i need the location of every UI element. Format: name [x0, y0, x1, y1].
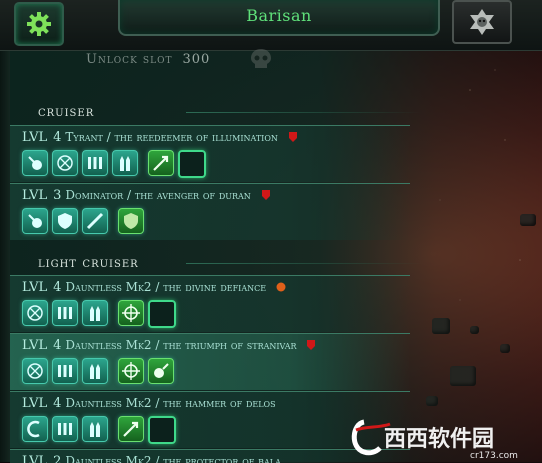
grapple-icon: [28, 156, 42, 170]
shield-icon: [58, 213, 72, 229]
watermark-sub: cr173.com: [470, 451, 518, 461]
grapple-icon: [28, 214, 42, 228]
target-icon: [122, 362, 140, 380]
ship-name: Tyrant / the reedeemer of illumination: [65, 130, 278, 144]
ship-name: Dauntless Mk2 / the hammer of delos: [65, 396, 276, 410]
target-icon: [122, 304, 140, 322]
red-badge-icon: [261, 190, 270, 200]
grapple-slot[interactable]: [22, 150, 48, 176]
ship-name: Dauntless Mk2 / the divine defiance: [65, 280, 267, 294]
missile-slot[interactable]: [112, 150, 138, 176]
torpedo-slot[interactable]: [148, 150, 174, 176]
battery-icon: [88, 157, 102, 169]
grapple-icon: [27, 420, 40, 438]
battery-slot[interactable]: [52, 358, 78, 384]
ship-level: 4: [53, 130, 62, 145]
lvl-label: LVL: [22, 396, 48, 411]
battery-icon: [58, 365, 72, 377]
title-plate: Barisan: [118, 0, 440, 36]
radar-icon: [27, 363, 43, 379]
missile-icon: [90, 422, 100, 437]
grapple-icon: [154, 363, 169, 378]
torpedo-slot[interactable]: [118, 416, 144, 442]
missile-slot[interactable]: [82, 416, 108, 442]
missile-icon: [90, 364, 100, 379]
lvl-label: LVL: [22, 280, 48, 295]
battery-slot[interactable]: [52, 300, 78, 326]
battery-slot[interactable]: [82, 150, 108, 176]
lvl-label: LVL: [22, 130, 48, 145]
emblem-button[interactable]: [452, 0, 512, 44]
grapple-slot[interactable]: [148, 358, 174, 384]
radar-slot[interactable]: [22, 358, 48, 384]
watermark-text: 西西软件园: [384, 426, 494, 452]
missile-icon: [120, 156, 130, 171]
radar-icon: [27, 305, 43, 321]
missile-slot[interactable]: [82, 300, 108, 326]
window-title: Barisan: [246, 6, 312, 25]
orange-badge-icon: [276, 282, 286, 292]
missile-slot[interactable]: [82, 358, 108, 384]
ship-level: 4: [53, 338, 62, 353]
lvl-label: LVL: [22, 188, 48, 203]
radar-slot[interactable]: [22, 300, 48, 326]
ship-level: 4: [53, 396, 62, 411]
grapple-slot[interactable]: [22, 416, 48, 442]
section-divider: [186, 263, 422, 264]
gear-icon: [27, 12, 51, 36]
target-slot[interactable]: [118, 358, 144, 384]
lance-slot[interactable]: [82, 208, 108, 234]
battery-icon: [58, 423, 72, 435]
torpedo-icon: [123, 421, 139, 437]
skull-icon: [251, 49, 271, 68]
skull-emblem-icon: [470, 9, 494, 35]
ship-row[interactable]: LVL 4 Tyrant / the reedeemer of illuminati…: [10, 125, 410, 182]
unlock-slot[interactable]: Unlock slot 300: [86, 52, 210, 67]
settings-button[interactable]: [14, 2, 64, 46]
radar-icon: [57, 155, 73, 171]
unlock-label: Unlock slot: [86, 52, 173, 67]
section-divider: [186, 112, 422, 113]
ship-level: 4: [53, 280, 62, 295]
grapple-slot[interactable]: [22, 208, 48, 234]
unlock-cost: 300: [182, 52, 211, 67]
ship-row-selected[interactable]: LVL 4 Dauntless Mk2 / the triumph of stran…: [10, 333, 410, 390]
lvl-label: LVL: [22, 338, 48, 353]
missile-icon: [90, 306, 100, 321]
battery-slot[interactable]: [52, 416, 78, 442]
shield-slot[interactable]: [52, 208, 78, 234]
panel-edge: [0, 50, 10, 462]
red-badge-icon: [288, 132, 297, 142]
ship-row[interactable]: LVL 3 Dominator / the avenger of duran: [10, 183, 410, 240]
radar-slot[interactable]: [52, 150, 78, 176]
watermark-logo: 西西软件园 cr173.com: [351, 419, 518, 461]
ship-level: 3: [53, 188, 62, 203]
ship-row[interactable]: LVL 4 Dauntless Mk2 / the divine defiance: [10, 275, 410, 332]
red-badge-icon: [307, 340, 316, 350]
section-light-cruiser: light cruiser: [38, 255, 139, 271]
empty-slot[interactable]: [148, 300, 176, 328]
ship-name: Dauntless Mk2 / the triumph of stranivar: [65, 338, 297, 352]
battery-icon: [58, 307, 72, 319]
shield-slot[interactable]: [118, 208, 144, 234]
empty-slot[interactable]: [178, 150, 206, 178]
lance-icon: [86, 212, 104, 230]
ship-name: Dominator / the avenger of duran: [65, 188, 251, 202]
target-slot[interactable]: [118, 300, 144, 326]
torpedo-icon: [153, 155, 169, 171]
empty-slot[interactable]: [148, 416, 176, 444]
section-cruiser: cruiser: [38, 104, 95, 120]
shield-icon: [124, 213, 138, 229]
